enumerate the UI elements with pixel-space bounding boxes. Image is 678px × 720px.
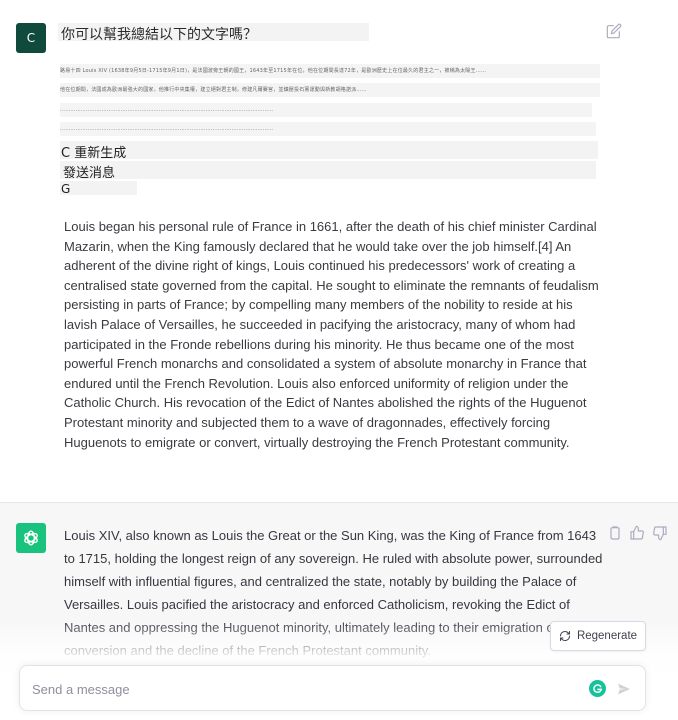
user-prompt: 你可以幫我總結以下的文字嗎？	[61, 27, 257, 43]
source-paragraph: Louis began his personal rule of France …	[64, 219, 599, 450]
thumbs-down-icon[interactable]	[652, 525, 668, 541]
blurred-text-line: ……………………………………………………………………………………………………………	[60, 122, 596, 136]
grammarly-icon[interactable]	[589, 680, 606, 697]
text-highlight	[60, 141, 598, 159]
text-highlight	[60, 181, 137, 195]
message-composer	[19, 665, 646, 711]
edit-icon[interactable]	[606, 23, 622, 39]
chatgpt-logo-icon	[16, 523, 46, 553]
copy-icon[interactable]	[607, 525, 623, 541]
user-avatar: C	[16, 23, 46, 53]
cn-line-g: G	[61, 182, 71, 196]
send-icon[interactable]	[616, 681, 632, 697]
blurred-text-line: ……………………………………………………………………………………………………………	[60, 103, 592, 117]
regenerate-button[interactable]: Regenerate	[550, 621, 646, 651]
regenerate-label: Regenerate	[576, 630, 638, 642]
text-highlight	[60, 161, 596, 179]
cn-line-send-message: 發送消息	[63, 166, 116, 181]
cn-line-regenerate: C 重新生成	[61, 146, 127, 161]
user-message: C 你可以幫我總結以下的文字嗎？ 路易十四 Louis XIV (1638年9月…	[0, 0, 678, 502]
blurred-text-line: 他在位期間，法國成為歐洲最強大的國家，他推行中央集權，建立絕對君主制，修建凡爾賽…	[60, 83, 600, 97]
refresh-icon	[559, 631, 570, 641]
message-input[interactable]	[32, 679, 572, 699]
user-avatar-letter: C	[26, 31, 36, 45]
blurred-text-line: 路易十四 Louis XIV (1638年9月5日-1715年9月1日)，是法國…	[60, 64, 600, 78]
thumbs-up-icon[interactable]	[629, 525, 645, 541]
